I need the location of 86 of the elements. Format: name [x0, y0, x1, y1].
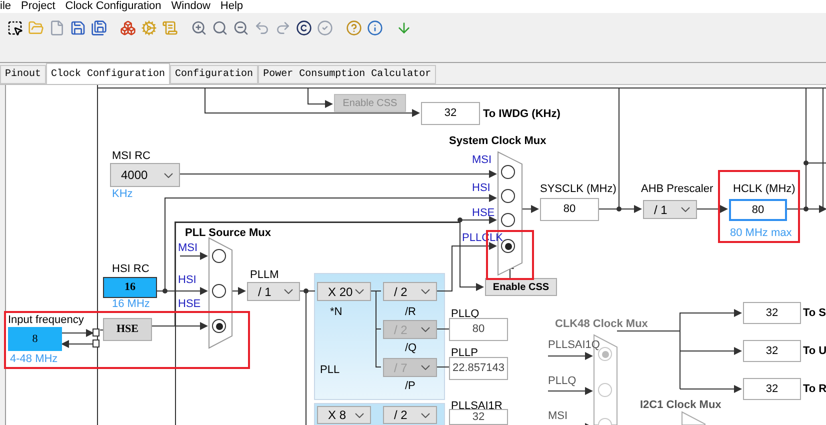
info-icon[interactable]	[367, 20, 383, 36]
search-icon[interactable]	[212, 20, 228, 36]
file-icon[interactable]	[49, 20, 65, 36]
value-box: 32	[743, 340, 801, 362]
dropdown[interactable]: 4000	[110, 163, 180, 187]
dropdown[interactable]: / 1	[643, 200, 697, 219]
label: AHB Prescaler	[641, 182, 714, 197]
value-box: 80	[540, 198, 599, 221]
chevron-icon	[355, 289, 364, 294]
label: PLLM	[250, 268, 279, 283]
zoom-out-icon[interactable]	[233, 20, 249, 36]
label: PLLQ	[548, 374, 576, 389]
label: To R	[803, 382, 826, 397]
value-box: 16	[103, 277, 157, 298]
label: HSI	[178, 273, 196, 288]
label: HSI RC	[112, 262, 150, 277]
label: 80 MHz max	[730, 226, 792, 241]
dropdown[interactable]: / 2	[383, 406, 437, 424]
tab[interactable]: Configuration	[170, 65, 258, 84]
label: *N	[330, 305, 342, 320]
chevron-icon	[355, 412, 364, 418]
menu-item[interactable]: Clock Configuration	[65, 0, 162, 13]
label: 4-48 MHz	[10, 353, 58, 365]
chevron-icon	[164, 172, 173, 178]
label: Input frequency	[8, 314, 84, 326]
select-icon[interactable]	[7, 20, 23, 36]
value-box: 80	[729, 199, 787, 221]
tab[interactable]: Clock Configuration	[46, 63, 170, 84]
label: MSI	[548, 409, 568, 424]
menu-item[interactable]: Project	[21, 0, 56, 13]
label: To S	[803, 306, 826, 321]
copyright-icon[interactable]	[296, 20, 312, 36]
label: PLL Source Mux	[185, 226, 271, 241]
input-field[interactable]: 8	[8, 327, 62, 351]
dropdown[interactable]: / 2	[383, 282, 437, 301]
label: HSE	[472, 206, 495, 221]
chevron-icon	[421, 289, 430, 294]
label: HSI	[472, 181, 490, 196]
undo-icon[interactable]	[254, 20, 270, 36]
label: To U	[803, 344, 826, 359]
label: /P	[405, 379, 416, 394]
label: MSI	[178, 241, 198, 256]
label: PLLSAI1Q	[548, 338, 600, 353]
menu-item[interactable]: ile	[0, 0, 12, 13]
label: /Q	[405, 341, 417, 356]
value-box: 32	[743, 302, 801, 324]
menu-item[interactable]: Help	[220, 0, 244, 13]
label: HCLK (MHz)	[733, 182, 796, 197]
save-icon[interactable]	[70, 20, 86, 36]
label: /R	[405, 305, 416, 320]
chevron-icon	[421, 327, 430, 332]
boxes-icon[interactable]	[120, 20, 136, 36]
enable-css-button[interactable]: Enable CSS	[485, 278, 557, 296]
chevron-icon	[284, 289, 293, 294]
label: 16 MHz	[112, 298, 150, 310]
label: HSE	[178, 297, 201, 312]
tab[interactable]: Pinout	[0, 65, 46, 84]
chevron-icon	[681, 207, 690, 212]
zoom-in-icon[interactable]	[191, 20, 207, 36]
help-icon[interactable]	[346, 20, 362, 36]
label: MSI RC	[112, 149, 150, 164]
value-box: 32	[743, 378, 801, 400]
hse-block: HSE	[103, 318, 152, 341]
dropdown[interactable]: X 20	[317, 282, 371, 301]
value-box: 80	[449, 318, 508, 341]
label: PLL	[320, 363, 340, 378]
label: PLLSAI1R	[451, 399, 502, 412]
label: MSI	[472, 153, 492, 168]
menu-item[interactable]: Window	[171, 0, 210, 13]
value-box: 22.857143	[449, 357, 508, 380]
value-box: 32	[421, 102, 480, 125]
label: CLK48 Clock Mux	[555, 317, 648, 332]
label: SYSCLK (MHz)	[540, 182, 616, 197]
dropdown[interactable]: / 1	[247, 282, 300, 301]
value-box: 32	[449, 409, 508, 425]
label: KHz	[112, 187, 133, 202]
check-icon[interactable]	[317, 20, 333, 36]
label: I2C1 Clock Mux	[640, 398, 722, 413]
label: System Clock Mux	[449, 134, 546, 149]
tab[interactable]: Power Consumption Calculator	[258, 65, 436, 84]
chevron-icon	[421, 412, 430, 418]
chevron-icon	[421, 365, 430, 370]
label: To IWDG (KHz)	[483, 107, 560, 122]
save-all-icon[interactable]	[91, 20, 107, 36]
dropdown[interactable]: X 8	[317, 406, 371, 424]
redo-icon[interactable]	[275, 20, 291, 36]
